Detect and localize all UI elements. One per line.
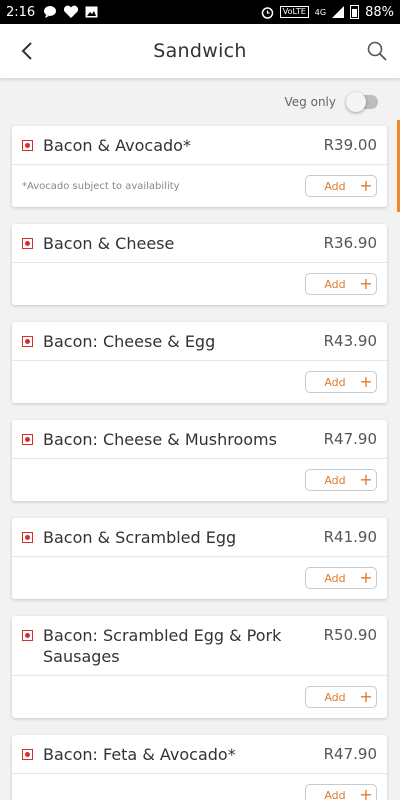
menu-item-header: Bacon & Cheese R36.90 — [12, 224, 387, 263]
menu-item-name: Bacon: Cheese & Egg — [43, 332, 216, 351]
menu-item-price: R50.90 — [323, 626, 377, 644]
search-icon — [367, 41, 387, 61]
toggle-knob — [346, 92, 366, 112]
menu-item-header: Bacon & Avocado* R39.00 — [12, 126, 387, 165]
menu-item-footer: Add + — [12, 459, 387, 501]
alarm-icon — [261, 6, 273, 19]
menu-item-card[interactable]: Bacon: Cheese & Egg R43.90 Add + — [12, 322, 387, 403]
add-button[interactable]: Add + — [305, 175, 377, 197]
plus-icon: + — [359, 568, 373, 587]
menu-item-price: R36.90 — [323, 234, 377, 252]
add-button[interactable]: Add + — [305, 686, 377, 708]
back-arrow-icon — [21, 42, 32, 60]
status-bar: 2:16 VoLTE 4G 88% — [0, 0, 400, 24]
menu-item-card[interactable]: Bacon: Scrambled Egg & Pork Sausages R50… — [12, 616, 387, 718]
plus-icon: + — [359, 785, 373, 800]
add-button[interactable]: Add + — [305, 567, 377, 589]
search-button[interactable] — [364, 38, 390, 64]
menu-item-name: Bacon: Scrambled Egg & Pork Sausages — [43, 626, 282, 666]
add-button[interactable]: Add + — [305, 784, 377, 800]
menu-item-name: Bacon & Scrambled Egg — [43, 528, 237, 547]
volte-badge: VoLTE — [279, 6, 309, 18]
heart-icon — [64, 5, 79, 18]
add-button-label: Add — [324, 473, 346, 487]
non-veg-marker-icon — [22, 336, 33, 347]
veg-only-toggle[interactable] — [346, 92, 378, 112]
plus-icon: + — [359, 687, 373, 706]
add-button[interactable]: Add + — [305, 371, 377, 393]
add-button-label: Add — [324, 571, 346, 585]
menu-item-price: R47.90 — [323, 430, 377, 448]
non-veg-marker-icon — [22, 434, 33, 445]
plus-icon: + — [359, 176, 373, 195]
menu-item-header: Bacon: Cheese & Mushrooms R47.90 — [12, 420, 387, 459]
menu-list[interactable]: Veg only Bacon & Avocado* R39.00 *Avocad… — [0, 78, 400, 800]
plus-icon: + — [359, 470, 373, 489]
plus-icon: + — [359, 372, 373, 391]
back-button[interactable] — [14, 38, 40, 64]
menu-item-name: Bacon & Cheese — [43, 234, 175, 253]
app-bar: Sandwich — [0, 24, 400, 78]
add-button[interactable]: Add + — [305, 273, 377, 295]
add-button-label: Add — [324, 277, 346, 291]
battery-icon — [350, 5, 360, 19]
status-time: 2:16 — [6, 4, 36, 20]
add-button-label: Add — [324, 179, 346, 193]
non-veg-marker-icon — [22, 630, 33, 641]
menu-item-price: R43.90 — [323, 332, 377, 350]
add-button-label: Add — [324, 690, 346, 704]
menu-item-header: Bacon: Scrambled Egg & Pork Sausages R50… — [12, 616, 387, 676]
add-button[interactable]: Add + — [305, 469, 377, 491]
menu-item-header: Bacon: Feta & Avocado* R47.90 — [12, 735, 387, 774]
menu-item-card[interactable]: Bacon: Cheese & Mushrooms R47.90 Add + — [12, 420, 387, 501]
menu-item-card[interactable]: Bacon & Scrambled Egg R41.90 Add + — [12, 518, 387, 599]
menu-item-name: Bacon: Feta & Avocado* — [43, 745, 236, 764]
veg-only-filter: Veg only — [0, 78, 400, 126]
image-icon — [85, 6, 98, 18]
signal-icon — [332, 6, 345, 18]
menu-item-header: Bacon: Cheese & Egg R43.90 — [12, 322, 387, 361]
menu-item-card[interactable]: Bacon & Cheese R36.90 Add + — [12, 224, 387, 305]
menu-item-footer: *Avocado subject to availability Add + — [12, 165, 387, 207]
battery-percent: 88% — [365, 4, 394, 20]
menu-item-name: Bacon & Avocado* — [43, 136, 191, 155]
menu-item-price: R39.00 — [323, 136, 377, 154]
non-veg-marker-icon — [22, 140, 33, 151]
menu-item-footer: Add + — [12, 557, 387, 599]
menu-item-name: Bacon: Cheese & Mushrooms — [43, 430, 277, 449]
menu-item-header: Bacon & Scrambled Egg R41.90 — [12, 518, 387, 557]
add-button-label: Add — [324, 788, 346, 800]
non-veg-marker-icon — [22, 749, 33, 760]
menu-item-card[interactable]: Bacon & Avocado* R39.00 *Avocado subject… — [12, 126, 387, 207]
plus-icon: + — [359, 274, 373, 293]
menu-item-footer: Add + — [12, 361, 387, 403]
menu-item-footer: Add + — [12, 676, 387, 718]
non-veg-marker-icon — [22, 238, 33, 249]
menu-item-price: R47.90 — [323, 745, 377, 763]
menu-item-card[interactable]: Bacon: Feta & Avocado* R47.90 Add + — [12, 735, 387, 800]
menu-item-note: *Avocado subject to availability — [22, 180, 180, 192]
veg-only-label: Veg only — [284, 95, 336, 109]
menu-item-footer: Add + — [12, 774, 387, 800]
chat-icon — [44, 6, 57, 18]
network-type: 4G — [314, 7, 327, 17]
menu-item-footer: Add + — [12, 263, 387, 305]
add-button-label: Add — [324, 375, 346, 389]
non-veg-marker-icon — [22, 532, 33, 543]
menu-item-price: R41.90 — [323, 528, 377, 546]
page-title: Sandwich — [153, 40, 247, 62]
